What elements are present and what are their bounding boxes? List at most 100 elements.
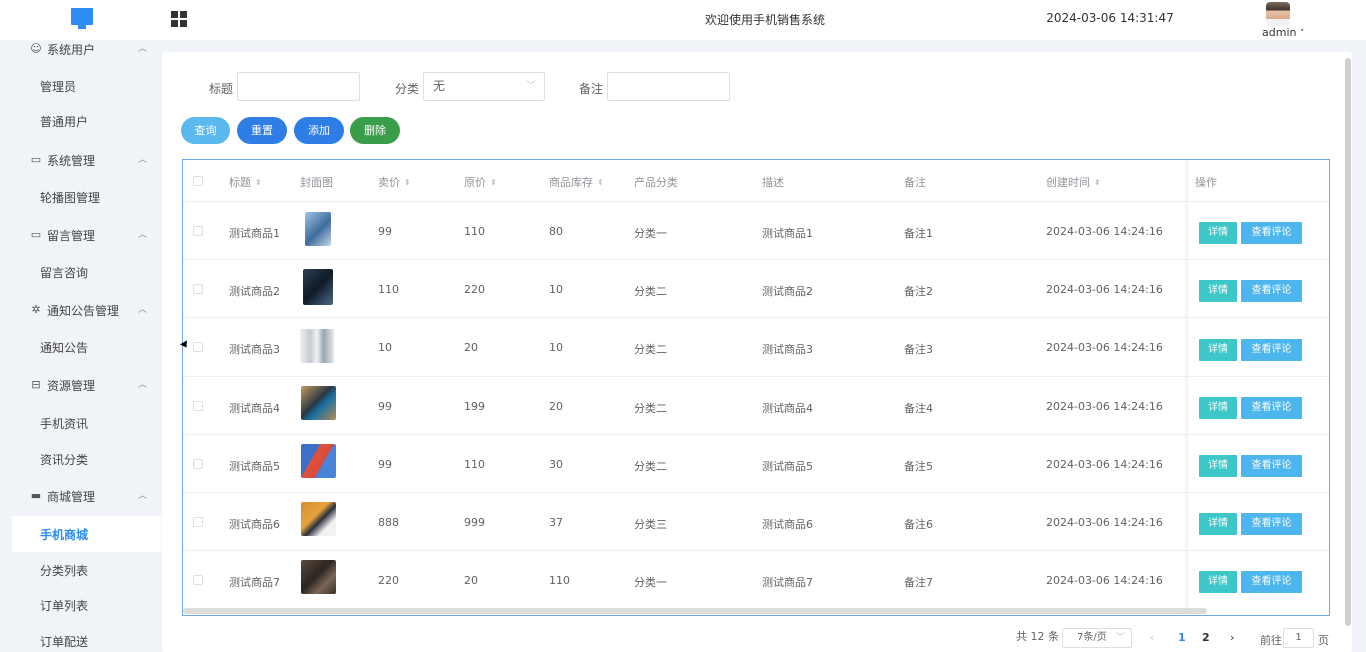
page-scrollbar-thumb[interactable] [1345, 58, 1351, 626]
cell-stock: 20 [549, 400, 563, 413]
detail-button[interactable]: 详情 [1199, 455, 1237, 477]
avatar[interactable] [1266, 2, 1290, 26]
view-reviews-button[interactable]: 查看评论 [1241, 280, 1302, 302]
chevron-down-icon: ˅ [1299, 29, 1305, 39]
cell-stock: 37 [549, 516, 563, 529]
sidebar-item-phone-news[interactable]: 手机资讯 [12, 405, 161, 441]
row-checkbox[interactable] [193, 517, 203, 527]
sidebar-item-users[interactable]: 普通用户 [12, 103, 161, 139]
table-horizontal-scrollbar[interactable] [183, 608, 1207, 614]
cell-price: 10 [378, 341, 392, 354]
sidebar-group-mall[interactable]: ▬ 商城管理 ︿ [14, 478, 161, 514]
cell-remark: 备注3 [904, 343, 933, 356]
cell-title: 测试商品6 [229, 518, 280, 531]
sidebar-item-news-category[interactable]: 资讯分类 [12, 441, 161, 477]
col-price[interactable]: 卖价 ⬍ [378, 174, 411, 190]
chevron-up-icon: ︿ [137, 491, 147, 501]
sidebar-item-admins[interactable]: 管理员 [12, 68, 161, 104]
select-all-checkbox[interactable] [193, 176, 203, 186]
next-page-button[interactable]: › [1230, 631, 1234, 644]
folder-icon: ▭ [30, 153, 42, 166]
remark-filter-label: 备注 [579, 82, 604, 96]
delete-button[interactable]: 删除 [350, 117, 400, 144]
cell-category: 分类二 [634, 460, 667, 473]
col-created[interactable]: 创建时间 ⬍ [1046, 174, 1101, 190]
row-checkbox[interactable] [193, 459, 203, 469]
sidebar-group-messages[interactable]: ▭ 留言管理 ︿ [14, 217, 161, 253]
category-filter-label: 分类 [395, 82, 420, 96]
cell-description: 测试商品2 [762, 285, 813, 298]
sidebar-group-notices[interactable]: ✲ 通知公告管理 ︿ [14, 292, 161, 328]
user-dropdown[interactable]: admin ˅ [1262, 26, 1304, 39]
view-reviews-button[interactable]: 查看评论 [1241, 339, 1302, 361]
cell-category: 分类二 [634, 343, 667, 356]
view-reviews-button[interactable]: 查看评论 [1241, 513, 1302, 535]
view-reviews-button[interactable]: 查看评论 [1241, 397, 1302, 419]
page-1[interactable]: 1 [1178, 631, 1186, 644]
detail-button[interactable]: 详情 [1199, 571, 1237, 593]
sidebar-item-notice[interactable]: 通知公告 [12, 329, 161, 365]
cell-original-price: 110 [464, 458, 485, 471]
row-checkbox[interactable] [193, 284, 203, 294]
detail-button[interactable]: 详情 [1199, 339, 1237, 361]
view-reviews-button[interactable]: 查看评论 [1241, 455, 1302, 477]
sidebar-group-system-manage[interactable]: ▭ 系统管理 ︿ [14, 142, 161, 178]
sidebar-item-inquiries[interactable]: 留言咨询 [12, 254, 161, 290]
sidebar-item-order-list[interactable]: 订单列表 [12, 587, 161, 623]
monitor-icon: ▬ [30, 489, 42, 502]
cell-original-price: 20 [464, 341, 478, 354]
row-checkbox[interactable] [193, 226, 203, 236]
page-size-select[interactable]: 7条/页 ﹀ [1062, 628, 1132, 648]
sidebar-group-label: 商城管理 [47, 489, 96, 504]
detail-button[interactable]: 详情 [1199, 513, 1237, 535]
row-checkbox[interactable] [193, 342, 203, 352]
cell-title: 测试商品2 [229, 285, 280, 298]
cell-created: 2024-03-06 14:24:16 [1046, 225, 1163, 238]
table-row: 测试商品1 99 110 80 分类一 测试商品1 备注1 2024-03-06… [183, 202, 1329, 260]
query-button[interactable]: 查询 [181, 117, 230, 144]
row-checkbox[interactable] [193, 401, 203, 411]
sidebar-item-phone-mall[interactable]: 手机商城 [12, 516, 161, 552]
cell-original-price: 20 [464, 574, 478, 587]
col-stock[interactable]: 商品库存 ⬍ [549, 174, 604, 190]
sidebar-group-label: 系统用户 [47, 42, 96, 57]
view-reviews-button[interactable]: 查看评论 [1241, 222, 1302, 244]
cell-title: 测试商品1 [229, 227, 280, 240]
sidebar-item-category-list[interactable]: 分类列表 [12, 552, 161, 588]
page-2[interactable]: 2 [1202, 631, 1210, 644]
table-row: 测试商品5 99 110 30 分类二 测试商品5 备注5 2024-03-06… [183, 435, 1329, 493]
category-select[interactable]: 无 ﹀ [423, 72, 545, 101]
add-button[interactable]: 添加 [294, 117, 344, 144]
chevron-up-icon: ︿ [137, 230, 147, 240]
product-table: 标题 ⬍ 封面图 卖价 ⬍ 原价 ⬍ 商品库存 ⬍ 产品分类 描述 备注 创建时间 ⬍ 操… [182, 159, 1330, 616]
sidebar-group-system-users[interactable]: ☺ 系统用户 ︿ [14, 40, 161, 67]
sort-icon: ⬍ [404, 178, 411, 187]
row-checkbox[interactable] [193, 575, 203, 585]
title-filter-input[interactable] [237, 72, 360, 101]
chevron-down-icon: ﹀ [526, 81, 536, 92]
cell-remark: 备注2 [904, 285, 933, 298]
prev-page-button[interactable]: ‹ [1150, 631, 1154, 644]
cell-description: 测试商品6 [762, 518, 813, 531]
detail-button[interactable]: 详情 [1199, 280, 1237, 302]
col-cover: 封面图 [300, 176, 333, 189]
col-original-price[interactable]: 原价 ⬍ [464, 174, 497, 190]
title-filter-label: 标题 [209, 82, 234, 96]
top-header: 欢迎使用手机销售系统 2024-03-06 14:31:47 admin ˅ [0, 0, 1366, 40]
cell-category: 分类一 [634, 227, 667, 240]
detail-button[interactable]: 详情 [1199, 222, 1237, 244]
menu-toggle-icon[interactable] [171, 11, 187, 27]
col-title[interactable]: 标题 ⬍ [229, 174, 262, 190]
product-cover-image [303, 269, 333, 305]
sidebar-item-order-delivery[interactable]: 订单配送 [12, 623, 161, 652]
sidebar-group-resources[interactable]: ⊟ 资源管理 ︿ [14, 367, 161, 403]
reset-button[interactable]: 重置 [237, 117, 287, 144]
sidebar-item-carousel[interactable]: 轮播图管理 [12, 179, 161, 215]
remark-filter-input[interactable] [607, 72, 730, 101]
detail-button[interactable]: 详情 [1199, 397, 1237, 419]
cell-price: 99 [378, 225, 392, 238]
cell-created: 2024-03-06 14:24:16 [1046, 574, 1163, 587]
page-jump-input[interactable]: 1 [1283, 628, 1314, 648]
view-reviews-button[interactable]: 查看评论 [1241, 571, 1302, 593]
sidebar-group-label: 系统管理 [47, 153, 96, 168]
